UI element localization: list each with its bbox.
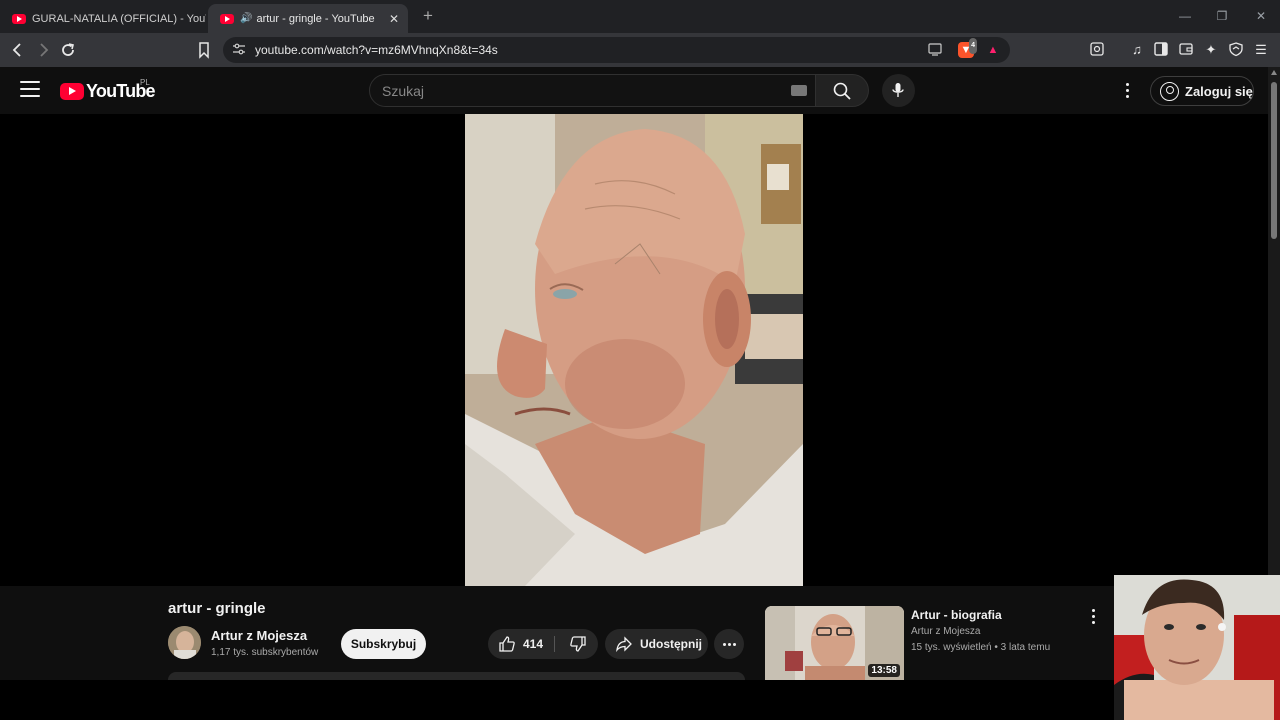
brave-rewards-icon[interactable]: ▲ xyxy=(985,42,1001,58)
menu-icon[interactable] xyxy=(20,81,40,99)
reload-icon[interactable] xyxy=(58,40,78,60)
like-dislike-group: 414 xyxy=(488,629,598,659)
browser-menu-icon[interactable]: ☰ xyxy=(1252,41,1270,59)
description-box[interactable] xyxy=(168,672,745,680)
subscriber-count: 1,17 tys. subskrybentów xyxy=(211,647,319,658)
like-divider xyxy=(554,636,555,652)
close-icon[interactable]: ✕ xyxy=(386,12,402,26)
like-count: 414 xyxy=(523,637,544,651)
brave-shields-icon[interactable]: 4 ▼ xyxy=(958,38,977,58)
bookmark-icon[interactable] xyxy=(194,40,214,60)
address-bar[interactable]: youtube.com/watch?v=mz6MVhnqXn8&t=34s 4 ▼… xyxy=(223,37,1010,63)
subscribe-button[interactable]: Subskrybuj xyxy=(341,629,426,659)
dislike-button[interactable] xyxy=(558,629,598,659)
search-box xyxy=(369,74,816,107)
dislike-icon xyxy=(570,636,586,652)
voice-search-button[interactable] xyxy=(882,74,915,107)
browser-toolbar: youtube.com/watch?v=mz6MVhnqXn8&t=34s 4 ▼… xyxy=(0,33,1280,67)
related-views: 15 tys. wyświetleń xyxy=(911,642,992,653)
related-channel-name[interactable]: Artur z Mojesza xyxy=(911,626,980,637)
related-video-title[interactable]: Artur - biografia xyxy=(911,608,1002,622)
youtube-favicon-icon xyxy=(220,13,234,24)
share-label: Udostępnij xyxy=(640,637,702,651)
video-title: artur - gringle xyxy=(168,600,266,617)
wallet-icon[interactable] xyxy=(1177,41,1195,59)
youtube-play-icon xyxy=(60,82,84,100)
keyboard-icon[interactable] xyxy=(791,85,807,96)
account-icon xyxy=(1160,81,1179,101)
screenshot-icon[interactable] xyxy=(1088,41,1106,59)
settings-menu-icon[interactable] xyxy=(1119,81,1135,101)
sidebar-icon[interactable] xyxy=(1152,41,1170,59)
forward-icon[interactable] xyxy=(33,40,53,60)
scroll-thumb[interactable] xyxy=(1271,82,1277,239)
tab-title: artur - gringle - YouTube xyxy=(256,12,375,25)
browser-tab-strip: GURAL-NATALIA (OFFICIAL) - YouTube 🔊 art… xyxy=(0,0,1280,33)
back-icon[interactable] xyxy=(8,40,28,60)
url-text: youtube.com/watch?v=mz6MVhnqXn8&t=34s xyxy=(255,43,498,57)
cast-icon[interactable] xyxy=(927,42,943,58)
search-input[interactable] xyxy=(382,81,762,101)
more-actions-button[interactable] xyxy=(714,629,744,659)
video-still-image xyxy=(465,114,803,586)
related-video-thumbnail[interactable]: 13:58 xyxy=(765,606,904,680)
shields-badge: 4 xyxy=(969,38,977,54)
signin-button[interactable]: Zaloguj się xyxy=(1150,76,1254,106)
channel-name[interactable]: Artur z Mojesza xyxy=(211,628,307,643)
youtube-masthead: YouTube PL Zaloguj się xyxy=(0,67,1268,114)
watch-metadata: artur - gringle Artur z Mojesza 1,17 tys… xyxy=(0,586,1268,680)
tab-gural-natalia[interactable]: GURAL-NATALIA (OFFICIAL) - YouTube xyxy=(0,4,206,33)
window-close-button[interactable]: ✕ xyxy=(1253,8,1269,24)
page-bottom-area xyxy=(0,680,1268,720)
webcam-overlay xyxy=(1114,575,1280,720)
scroll-up-icon[interactable] xyxy=(1271,70,1277,75)
speaker-icon[interactable]: 🔊 xyxy=(240,13,252,24)
minimize-button[interactable]: — xyxy=(1177,8,1193,24)
video-frame[interactable] xyxy=(465,114,803,586)
youtube-logo[interactable]: YouTube PL xyxy=(60,78,156,102)
related-video-menu-icon[interactable] xyxy=(1086,608,1100,626)
youtube-favicon-icon xyxy=(12,13,26,24)
region-code: PL xyxy=(140,78,150,87)
related-age: 3 lata temu xyxy=(1000,642,1051,653)
webcam-feed-image xyxy=(1114,575,1280,720)
search-button[interactable] xyxy=(816,74,869,107)
search-icon xyxy=(833,82,851,100)
vpn-icon[interactable] xyxy=(1227,41,1245,59)
leo-icon[interactable]: ✦ xyxy=(1202,41,1220,59)
video-duration: 13:58 xyxy=(868,664,900,677)
plus-icon[interactable]: + xyxy=(418,6,438,26)
like-button[interactable]: 414 xyxy=(488,629,552,659)
restore-button[interactable]: ❐ xyxy=(1214,8,1230,24)
related-video-meta: 15 tys. wyświetleń • 3 lata temu xyxy=(911,642,1051,653)
mic-icon xyxy=(892,83,904,97)
share-button[interactable]: Udostępnij xyxy=(605,629,708,659)
site-settings-icon[interactable] xyxy=(231,42,247,58)
like-icon xyxy=(499,636,515,652)
signin-label: Zaloguj się xyxy=(1185,83,1253,99)
tab-title: GURAL-NATALIA (OFFICIAL) - YouTube xyxy=(32,12,206,25)
music-icon[interactable]: ♫ xyxy=(1128,41,1146,59)
video-player[interactable] xyxy=(0,114,1268,586)
share-icon xyxy=(616,636,632,653)
tab-artur-gringle[interactable]: 🔊 artur - gringle - YouTube ✕ xyxy=(208,4,408,33)
channel-avatar[interactable] xyxy=(168,626,201,659)
